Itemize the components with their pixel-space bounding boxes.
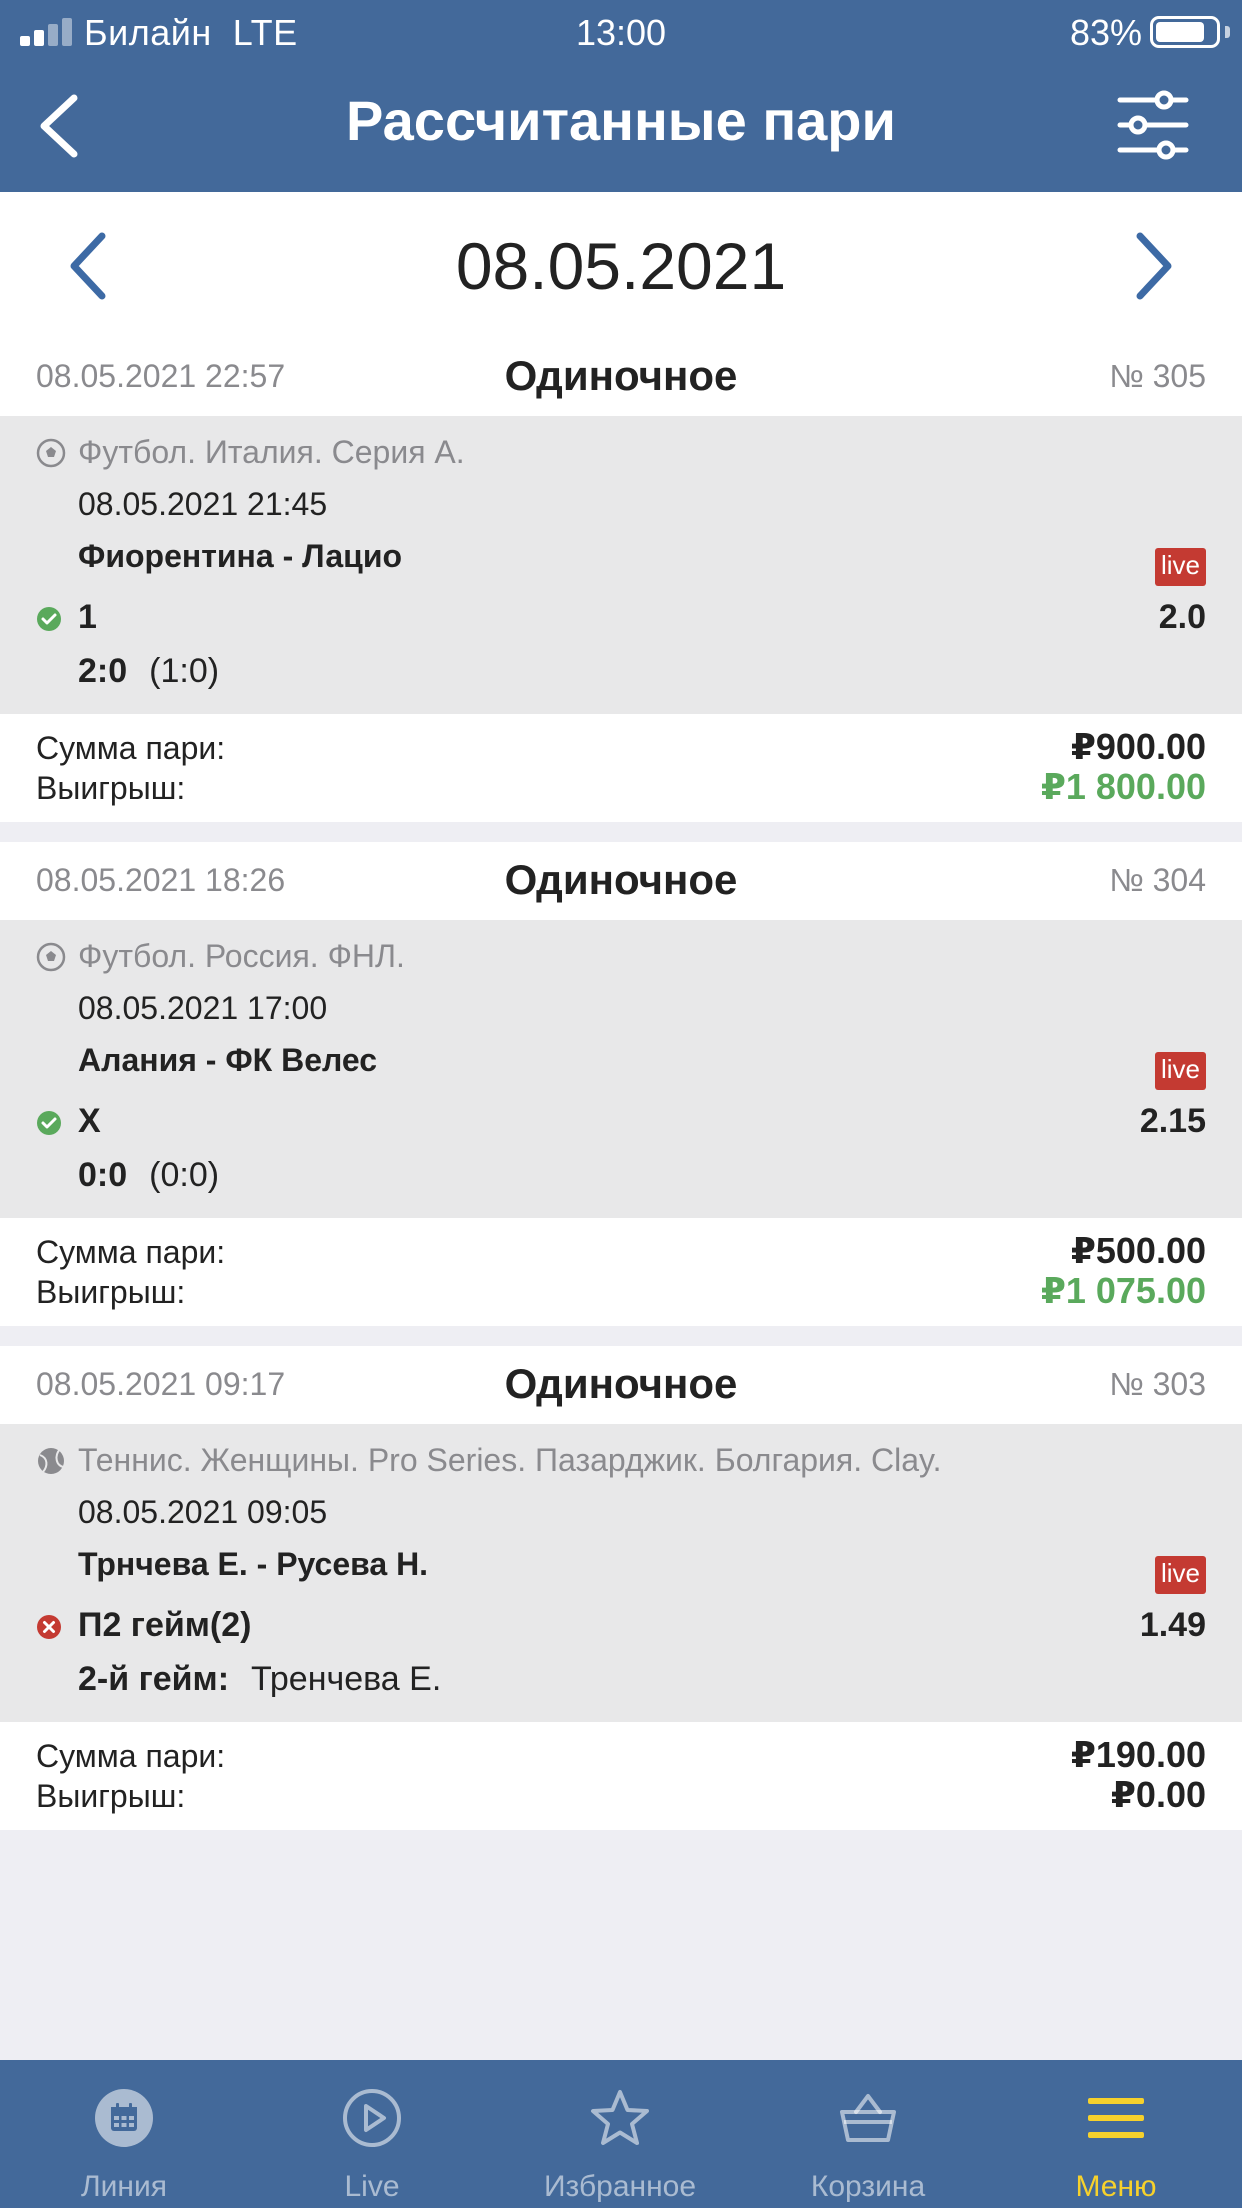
bet-header: 08.05.2021 22:57 Одиночное № 305 [0,338,1242,416]
tab-live[interactable]: Live [248,2060,496,2208]
event-score: 2-й гейм: Тренчева Е. [78,1660,441,1699]
bet-type: Одиночное [504,352,738,399]
bet-number: № 305 [1109,358,1206,394]
status-bar: Билайн LTE 13:00 83% [0,0,1242,62]
bet-type: Одиночное [504,1360,738,1407]
bet-event: Футбол. Италия. Серия А. 08.05.2021 21:4… [0,416,1242,714]
calendar-icon [95,2089,153,2147]
score-main: 2-й гейм: [78,1660,230,1698]
stake-amount: ₽190.00 [1070,1734,1206,1775]
bet-header: 08.05.2021 18:26 Одиночное № 304 [0,842,1242,920]
battery-percent: 83% [1069,12,1142,53]
tab-bar: Линия Live Избранное Корзина Меню [0,2060,1242,2208]
score-detail: (0:0) [149,1156,220,1194]
score-main: 0:0 [78,1156,128,1194]
battery-icon [1150,16,1220,48]
event-date: 08.05.2021 09:05 [78,1494,328,1530]
bet-selection: X [78,1102,101,1140]
bet-summary: Сумма пари: ₽190.00 Выигрыш: ₽0.00 [0,1722,1242,1830]
bet-card[interactable]: 08.05.2021 22:57 Одиночное № 305 Футбол.… [0,338,1242,822]
tab-label: Избранное [543,2170,697,2203]
bet-event: Футбол. Россия. ФНЛ. 08.05.2021 17:00 Ал… [0,920,1242,1218]
bet-type: Одиночное [504,856,738,903]
stake-label: Сумма пари: [36,1738,226,1774]
win-amount: ₽1 075.00 [1040,1270,1206,1311]
battery-level [1156,22,1204,42]
live-badge: live [1154,1556,1206,1594]
win-label: Выигрыш: [36,770,186,806]
chevron-right-icon [1136,232,1172,300]
bet-card[interactable]: 08.05.2021 09:17 Одиночное № 303 Теннис.… [0,1346,1242,1830]
event-date: 08.05.2021 21:45 [78,486,328,522]
soccer-ball-icon [36,438,66,468]
bet-number: № 304 [1109,862,1206,898]
check-circle-icon [37,1111,61,1135]
sliders-icon [1117,90,1189,160]
bet-summary: Сумма пари: ₽900.00 Выигрыш: ₽1 800.00 [0,714,1242,822]
status-time: 13:00 [575,12,667,53]
tab-basket[interactable]: Корзина [744,2060,992,2208]
star-icon [591,2090,649,2145]
cross-circle-icon [37,1615,61,1639]
tab-line[interactable]: Линия [0,2060,248,2208]
league-name: Футбол. Италия. Серия А. [78,434,465,470]
score-detail: Тренчева Е. [251,1660,442,1698]
event-teams: Трнчева Е. - Русева Н. [78,1546,429,1582]
bet-odds: 1.49 [1139,1606,1206,1644]
tennis-ball-icon [38,1448,65,1474]
bet-event: Теннис. Женщины. Pro Series. Пазарджик. … [0,1424,1242,1722]
battery-tip [1225,26,1230,38]
bet-number: № 303 [1109,1366,1206,1402]
tab-label: Меню [1075,2170,1157,2203]
menu-icon [1088,2098,1144,2138]
bet-odds: 2.15 [1139,1102,1206,1140]
tab-label: Корзина [810,2170,926,2203]
event-date: 08.05.2021 17:00 [78,990,328,1026]
score-detail: (1:0) [149,652,220,690]
score-main: 2:0 [78,652,128,690]
win-amount: ₽1 800.00 [1040,766,1206,807]
league-name: Футбол. Россия. ФНЛ. [78,938,405,974]
tab-favorites[interactable]: Избранное [496,2060,744,2208]
selected-date: 08.05.2021 [455,229,787,303]
header-bar: Билайн LTE 13:00 83% Рассчитанные пари [0,0,1242,192]
win-label: Выигрыш: [36,1274,186,1310]
filter-button[interactable] [1116,90,1190,160]
soccer-ball-icon [36,942,66,972]
check-circle-icon [37,607,61,631]
stake-label: Сумма пари: [36,1234,226,1270]
basket-icon [840,2094,896,2142]
bet-selection: П2 гейм(2) [78,1606,252,1644]
bet-summary: Сумма пари: ₽500.00 Выигрыш: ₽1 075.00 [0,1218,1242,1326]
live-badge: live [1154,1052,1206,1090]
tab-label: Линия [80,2170,167,2203]
event-teams: Алания - ФК Велес [78,1042,378,1078]
bet-odds: 2.0 [1158,598,1206,636]
event-teams: Фиорентина - Лацио [78,538,403,574]
stake-amount: ₽500.00 [1070,1230,1206,1271]
page-title: Рассчитанные пари [346,89,896,152]
league-name: Теннис. Женщины. Pro Series. Пазарджик. … [78,1442,942,1478]
bet-card[interactable]: 08.05.2021 18:26 Одиночное № 304 Футбол.… [0,842,1242,1326]
win-label: Выигрыш: [36,1778,186,1814]
play-circle-icon [343,2089,401,2147]
bet-header: 08.05.2021 09:17 Одиночное № 303 [0,1346,1242,1424]
tab-menu[interactable]: Меню [992,2060,1240,2208]
event-score: 0:0 (0:0) [78,1156,219,1195]
live-badge: live [1154,548,1206,586]
date-navigator: 08.05.2021 [0,192,1242,338]
bet-selection: 1 [78,598,97,636]
stake-amount: ₽900.00 [1070,726,1206,767]
stake-label: Сумма пари: [36,730,226,766]
tab-label: Live [344,2170,400,2203]
next-date-button[interactable] [1122,228,1182,304]
win-amount: ₽0.00 [1110,1774,1206,1815]
event-score: 2:0 (1:0) [78,652,219,691]
